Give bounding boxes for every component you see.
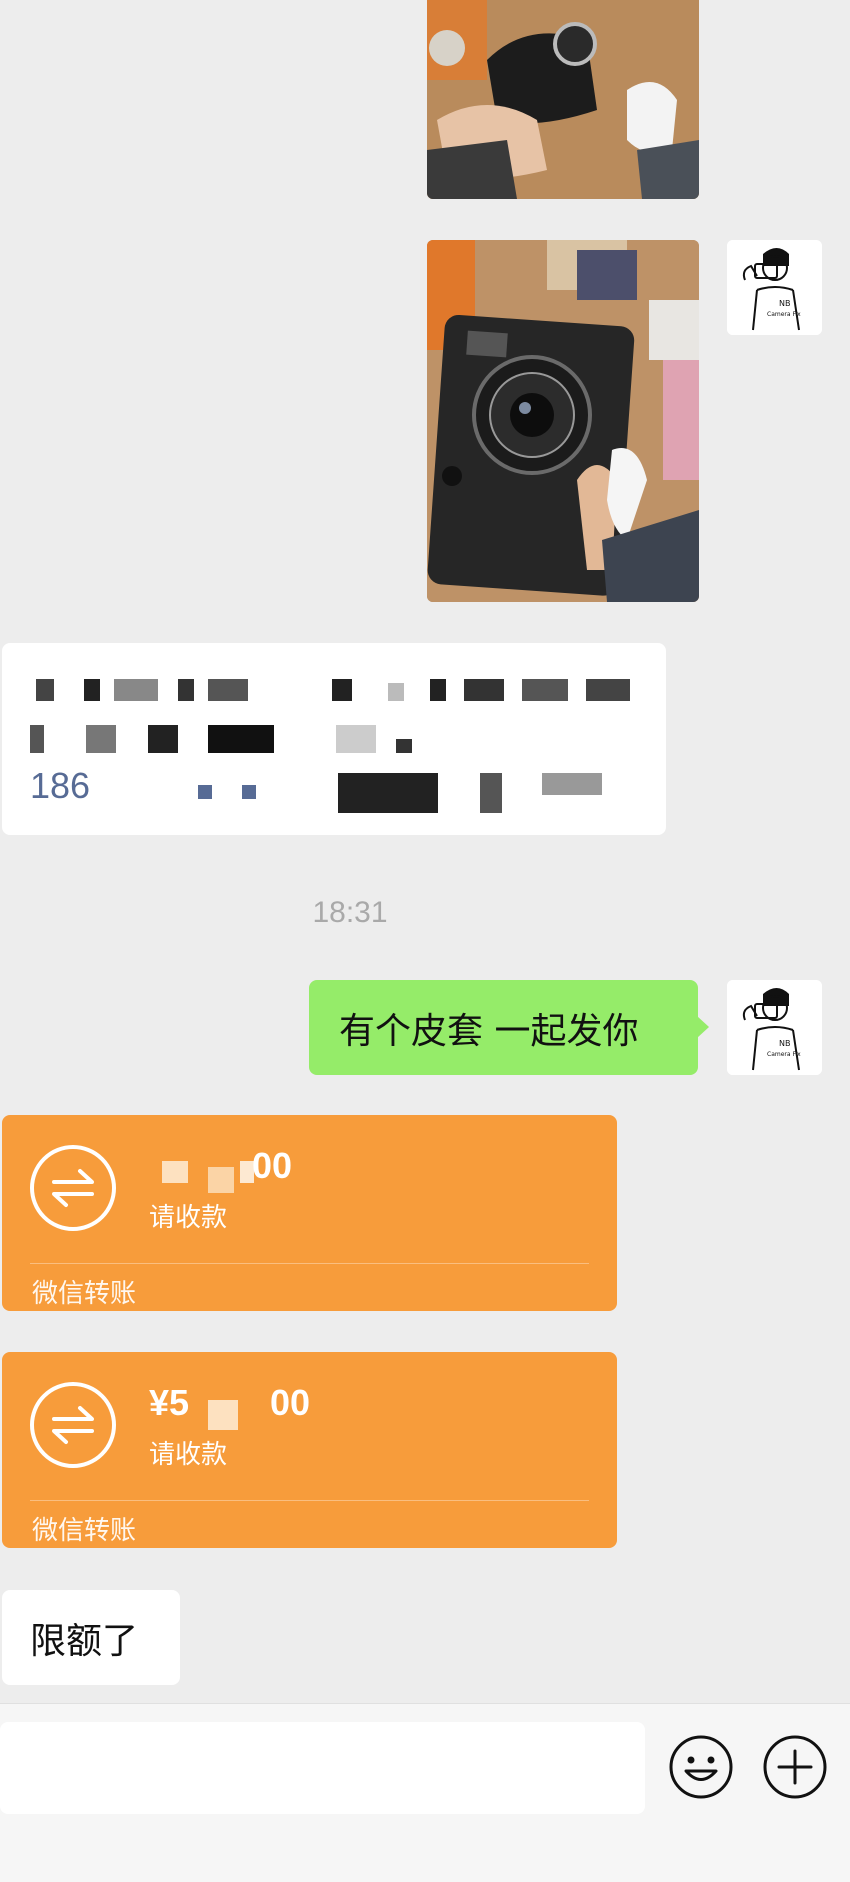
transfer-footer: 微信转账 <box>32 1516 137 1546</box>
received-text: 限额了 <box>30 1621 139 1662</box>
more-button[interactable] <box>762 1734 828 1800</box>
divider <box>30 1263 589 1264</box>
chat-input-bar <box>0 1703 850 1882</box>
transfer-amount: ¥5 <box>149 1382 190 1423</box>
transfer-arrows-icon <box>30 1145 116 1231</box>
redaction-block <box>480 773 502 813</box>
avatar-illustration-icon: NB Camera Fix <box>727 240 822 335</box>
redaction-block <box>336 725 376 753</box>
redaction-block <box>242 785 256 799</box>
photo-content <box>427 240 699 602</box>
divider <box>30 1500 589 1501</box>
contact-phone-prefix[interactable]: 186 <box>30 765 90 807</box>
avatar[interactable]: NB Camera Fix <box>727 240 822 335</box>
redaction-block <box>36 679 54 701</box>
avatar-illustration-icon: NB Camera Fix <box>727 980 822 1075</box>
photo-message-camera[interactable] <box>427 240 699 602</box>
redaction-block <box>430 679 446 701</box>
redaction-block <box>208 1400 238 1430</box>
time-divider: 18:31 <box>312 896 388 929</box>
transfer-arrows-icon <box>30 1382 116 1468</box>
sent-text-message[interactable]: 有个皮套 一起发你 <box>309 980 709 1075</box>
redaction-block <box>542 773 602 795</box>
transfer-amount-end: 00 <box>270 1382 311 1423</box>
photo-content <box>427 0 699 199</box>
redaction-block <box>464 679 504 701</box>
transfer-footer: 微信转账 <box>32 1279 137 1309</box>
redaction-block <box>86 725 116 753</box>
contact-card-message[interactable]: 186 <box>2 643 666 835</box>
avatar[interactable]: NB Camera Fix <box>727 980 822 1075</box>
avatar-text-nb: NB <box>779 1039 790 1048</box>
redaction-block <box>208 679 248 701</box>
redaction-block <box>30 725 44 753</box>
transfer-status: 请收款 <box>149 1440 228 1470</box>
redaction-block <box>388 683 404 701</box>
redaction-block <box>396 739 412 753</box>
transfer-amount: 00 <box>252 1145 293 1186</box>
redaction-block <box>338 773 438 813</box>
sent-text: 有个皮套 一起发你 <box>339 1011 639 1052</box>
plus-icon <box>763 1735 827 1799</box>
received-text-message[interactable]: 限额了 <box>2 1590 180 1685</box>
wechat-transfer-card[interactable]: 00 请收款 微信转账 <box>2 1115 617 1311</box>
redaction-block <box>522 679 568 701</box>
redaction-block <box>148 725 178 753</box>
redaction-block <box>208 1167 234 1193</box>
redaction-block <box>332 679 352 701</box>
redaction-block <box>198 785 212 799</box>
emoji-button[interactable] <box>668 1734 734 1800</box>
emoji-icon <box>669 1735 733 1799</box>
transfer-status: 请收款 <box>149 1203 228 1233</box>
redaction-block <box>208 725 274 753</box>
redaction-block <box>178 679 194 701</box>
message-input[interactable] <box>0 1722 645 1814</box>
redaction-block <box>114 679 158 701</box>
redaction-block <box>84 679 100 701</box>
redaction-block <box>586 679 630 701</box>
redaction-block <box>162 1161 188 1183</box>
avatar-text-camera-fix: Camera Fix <box>767 311 801 318</box>
photo-message-camera-strap[interactable] <box>427 0 699 199</box>
avatar-text-camera-fix: Camera Fix <box>767 1051 801 1058</box>
avatar-text-nb: NB <box>779 299 790 308</box>
wechat-transfer-card[interactable]: ¥5 00 请收款 微信转账 <box>2 1352 617 1548</box>
